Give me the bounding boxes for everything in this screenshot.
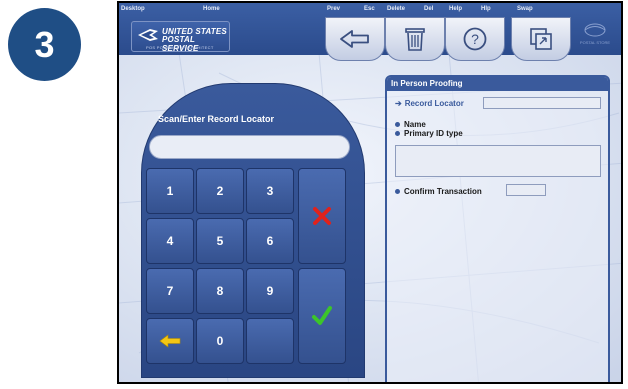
record-locator-field[interactable] — [483, 97, 601, 109]
key-6[interactable]: 6 — [246, 218, 294, 264]
esc-label: Esc — [364, 6, 375, 12]
swap-label: Swap — [517, 6, 533, 12]
usps-eagle-icon — [138, 29, 158, 41]
bullet-icon — [395, 122, 400, 127]
svg-text:?: ? — [471, 31, 479, 47]
blank-key — [246, 318, 294, 364]
panel-title: In Person Proofing — [391, 79, 463, 88]
swap-button[interactable] — [511, 17, 571, 61]
green-check-icon — [312, 306, 332, 325]
key-8[interactable]: 8 — [196, 268, 244, 314]
red-x-icon — [313, 207, 331, 225]
desktop-label: Desktop — [121, 6, 145, 12]
home-label: Home — [203, 6, 220, 12]
in-person-proofing-panel: In Person Proofing ➔ Record Locator Name… — [385, 75, 610, 382]
key-1[interactable]: 1 — [146, 168, 194, 214]
postal-store-logo: POSTAL STORE — [580, 23, 610, 45]
prev-button[interactable] — [325, 17, 385, 61]
help-label: Help — [449, 6, 463, 12]
key-9[interactable]: 9 — [246, 268, 294, 314]
primary-id-field[interactable] — [395, 145, 601, 177]
step-number-badge: 3 — [8, 8, 81, 81]
keypad-title: Scan/Enter Record Locator — [158, 114, 275, 124]
current-field-arrow-icon: ➔ — [395, 99, 402, 108]
yellow-back-arrow-icon — [159, 334, 181, 348]
corner-logo-text: POSTAL STORE — [580, 40, 610, 45]
panel-header: In Person Proofing — [387, 77, 608, 91]
del-label: Del — [424, 6, 434, 12]
usps-logo-button[interactable]: UNITED STATES POSTAL SERVICE POS POWERED… — [131, 21, 230, 53]
delete-label: Delete — [387, 6, 406, 12]
back-arrow-icon — [340, 30, 369, 48]
key-2[interactable]: 2 — [196, 168, 244, 214]
prev-label: Prev — [327, 6, 341, 12]
key-0[interactable]: 0 — [196, 318, 244, 364]
key-3[interactable]: 3 — [246, 168, 294, 214]
keypad-panel: Scan/Enter Record Locator 1 2 3 4 5 6 7 … — [141, 83, 365, 378]
record-locator-row: ➔ Record Locator — [395, 99, 464, 108]
primary-id-row: Primary ID type — [395, 129, 463, 138]
back-key[interactable] — [146, 318, 194, 364]
key-4[interactable]: 4 — [146, 218, 194, 264]
help-icon: ? — [463, 27, 487, 51]
logo-line-2: POSTAL SERVICE — [162, 35, 199, 53]
name-row: Name — [395, 120, 426, 129]
confirm-transaction-label: Confirm Transaction — [404, 187, 482, 196]
primary-id-label: Primary ID type — [404, 129, 463, 138]
pos-screen: Desktop Home Prev Esc Delete Del Help Hl… — [117, 1, 623, 384]
key-5[interactable]: 5 — [196, 218, 244, 264]
confirm-key[interactable] — [298, 268, 346, 364]
record-locator-label: Record Locator — [404, 99, 464, 108]
record-locator-entry-display[interactable] — [149, 135, 350, 159]
bullet-icon — [395, 189, 400, 194]
swap-windows-icon — [530, 28, 552, 50]
cancel-key[interactable] — [298, 168, 346, 264]
logo-line-3: POS POWERED BY ARCHITECT — [146, 45, 214, 50]
delete-button[interactable] — [385, 17, 445, 61]
bullet-icon — [395, 131, 400, 136]
trash-icon — [405, 28, 425, 51]
key-7[interactable]: 7 — [146, 268, 194, 314]
toolbar: Desktop Home Prev Esc Delete Del Help Hl… — [119, 3, 621, 61]
confirm-transaction-field[interactable] — [506, 184, 546, 196]
confirm-transaction-row: Confirm Transaction — [395, 187, 482, 196]
help-button[interactable]: ? — [445, 17, 505, 61]
hlp-label: Hlp — [481, 6, 491, 12]
name-label: Name — [404, 120, 426, 129]
